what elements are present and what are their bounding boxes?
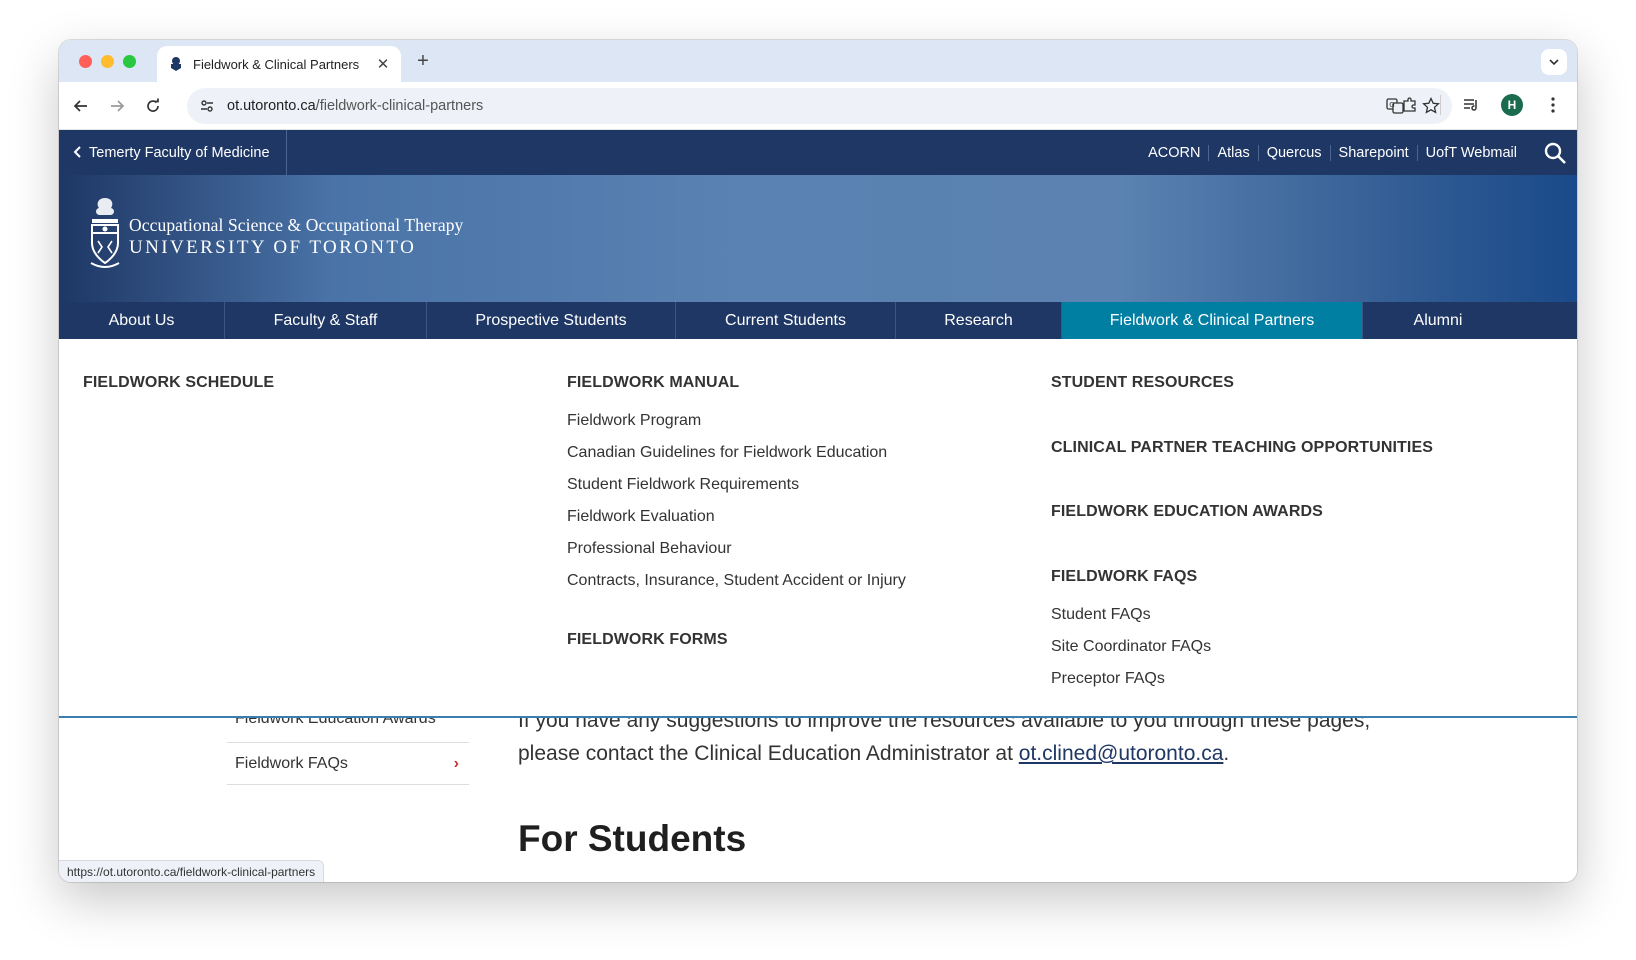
menu-student-fieldwork-requirements[interactable]: Student Fieldwork Requirements [567,476,799,494]
browser-toolbar: ot.utoronto.ca/fieldwork-clinical-partne… [59,82,1577,130]
menu-fieldwork-education-awards[interactable]: FIELDWORK EDUCATION AWARDS [1051,503,1323,521]
maximize-window-button[interactable] [123,55,136,68]
tab-title: Fieldwork & Clinical Partners [193,56,360,72]
quick-link-quercus[interactable]: Quercus [1257,144,1330,161]
nav-prospective-students[interactable]: Prospective Students [427,302,676,339]
reload-icon[interactable] [141,94,165,118]
menu-fieldwork-manual[interactable]: FIELDWORK MANUAL [567,374,739,392]
nav-current-students[interactable]: Current Students [676,302,896,339]
close-tab-icon[interactable]: ✕ [375,55,391,73]
chevron-left-icon [73,145,82,161]
menu-preceptor-faqs[interactable]: Preceptor FAQs [1051,670,1165,688]
menu-fieldwork-evaluation[interactable]: Fieldwork Evaluation [567,508,715,526]
url-path: /fieldwork-clinical-partners [315,98,484,114]
quick-link-sharepoint[interactable]: Sharepoint [1329,144,1417,161]
section-heading-for-students: For Students [518,818,747,859]
toolbar-divider [1440,95,1441,115]
menu-professional-behaviour[interactable]: Professional Behaviour [567,540,732,558]
menu-fieldwork-faqs[interactable]: FIELDWORK FAQS [1051,568,1197,586]
contact-email-link[interactable]: ot.clined@utoronto.ca [1019,742,1224,765]
media-controls-icon[interactable] [1459,93,1483,117]
sidebar-item-label: Fieldwork FAQs [235,754,348,772]
quick-link-atlas[interactable]: Atlas [1208,144,1257,161]
url-text: ot.utoronto.ca/fieldwork-clinical-partne… [227,98,483,114]
nav-research[interactable]: Research [896,302,1062,339]
profile-avatar[interactable]: H [1501,94,1523,116]
nav-fieldwork-clinical-partners[interactable]: Fieldwork & Clinical Partners [1062,302,1363,339]
fieldwork-mega-menu: FIELDWORK SCHEDULE FIELDWORK MANUAL Fiel… [59,339,1577,718]
site-banner: Occupational Science & Occupational Ther… [59,175,1577,302]
kebab-menu-icon[interactable] [1541,93,1565,117]
chevron-right-icon: › [453,754,459,772]
tab-strip: Fieldwork & Clinical Partners ✕ + [59,40,1577,82]
menu-student-faqs[interactable]: Student FAQs [1051,606,1151,624]
status-bar-url: https://ot.utoronto.ca/fieldwork-clinica… [59,860,325,882]
site-topbar: Temerty Faculty of Medicine ACORN Atlas … [59,130,1577,175]
nav-alumni[interactable]: Alumni [1363,302,1513,339]
forward-arrow-icon[interactable] [105,94,129,118]
menu-clinical-partner-teaching[interactable]: CLINICAL PARTNER TEACHING OPPORTUNITIES [1051,439,1433,457]
page-content: Fieldwork Education Awards Fieldwork FAQ… [59,718,1577,882]
minimize-window-button[interactable] [101,55,114,68]
back-arrow-icon[interactable] [69,94,93,118]
address-bar[interactable]: ot.utoronto.ca/fieldwork-clinical-partne… [187,88,1452,124]
window-controls [79,55,136,68]
menu-fieldwork-forms[interactable]: FIELDWORK FORMS [567,631,728,649]
menu-contracts-insurance[interactable]: Contracts, Insurance, Student Accident o… [567,572,906,590]
tab-search-button[interactable] [1541,49,1567,75]
browser-tab[interactable]: Fieldwork & Clinical Partners ✕ [157,46,401,82]
url-host: ot.utoronto.ca [227,98,316,114]
sidebar-item-education-awards[interactable]: Fieldwork Education Awards [235,718,436,728]
logo-text: Occupational Science & Occupational Ther… [129,215,463,259]
nav-about-us[interactable]: About Us [59,302,225,339]
back-link-label: Temerty Faculty of Medicine [89,144,270,161]
close-window-button[interactable] [79,55,92,68]
temerty-back-link[interactable]: Temerty Faculty of Medicine [59,130,287,175]
search-icon[interactable] [1543,141,1567,165]
main-navigation: About Us Faculty & Staff Prospective Stu… [59,302,1577,339]
chevron-down-icon [1549,59,1559,66]
new-tab-button[interactable]: + [411,50,435,73]
extensions-puzzle-icon[interactable] [1398,93,1422,117]
menu-site-coordinator-faqs[interactable]: Site Coordinator FAQs [1051,638,1211,656]
nav-faculty-staff[interactable]: Faculty & Staff [225,302,427,339]
site-settings-icon[interactable] [187,98,227,114]
intro-paragraph-line2: please contact the Clinical Education Ad… [518,742,1229,766]
uoft-crest-icon [89,197,121,276]
sidebar-item-fieldwork-faqs[interactable]: Fieldwork FAQs › [227,742,469,785]
contact-text: please contact the Clinical Education Ad… [518,742,1019,765]
menu-fieldwork-program[interactable]: Fieldwork Program [567,412,701,430]
browser-window: Fieldwork & Clinical Partners ✕ + ot.uto… [59,40,1577,882]
uoft-crest-favicon-icon [167,55,185,73]
menu-student-resources[interactable]: STUDENT RESOURCES [1051,374,1234,392]
quick-link-webmail[interactable]: UofT Webmail [1416,144,1525,161]
intro-paragraph-line1: If you have any suggestions to improve t… [518,718,1371,732]
contact-period: . [1223,742,1230,765]
menu-fieldwork-schedule[interactable]: FIELDWORK SCHEDULE [83,374,274,392]
quick-link-acorn[interactable]: ACORN [1140,145,1208,161]
site-logo[interactable]: Occupational Science & Occupational Ther… [89,197,463,276]
logo-department: Occupational Science & Occupational Ther… [129,214,464,235]
logo-university: UNIVERSITY OF TORONTO [129,236,417,258]
svg-text:G: G [1389,101,1394,109]
menu-canadian-guidelines[interactable]: Canadian Guidelines for Fieldwork Educat… [567,444,887,462]
quick-links: ACORN Atlas Quercus Sharepoint UofT Webm… [1140,130,1525,175]
